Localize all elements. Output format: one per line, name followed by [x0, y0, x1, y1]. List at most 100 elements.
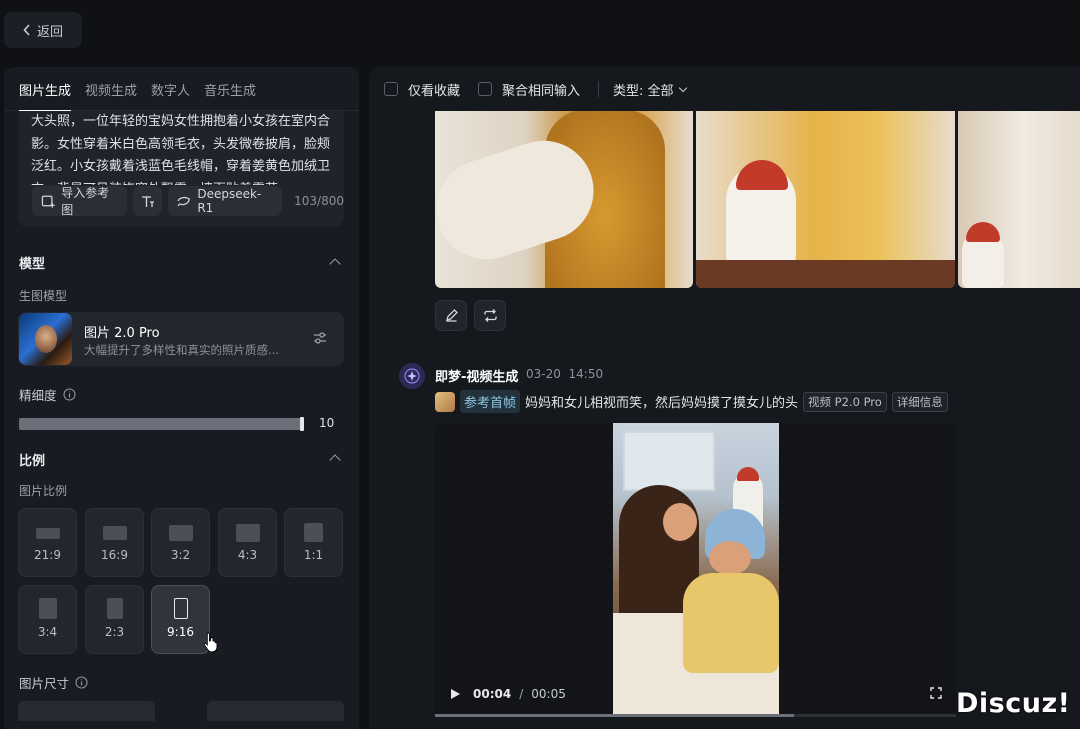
ratio-label: 3:4 — [37, 625, 58, 639]
video-frame — [613, 423, 779, 717]
text-icon — [142, 195, 155, 207]
regenerate-button[interactable] — [474, 300, 506, 331]
import-reference-button[interactable]: 导入参考图 — [32, 186, 128, 217]
generated-image-1[interactable] — [435, 110, 693, 288]
size-label: 图片尺寸 — [19, 676, 70, 691]
post-author: 即梦-视频生成 — [435, 370, 519, 385]
ratio-shape-icon — [102, 526, 127, 540]
settings-sliders-icon[interactable] — [312, 330, 328, 346]
prompt-toolbar: 导入参考图 Deepseek-R1 103/800 — [32, 186, 344, 217]
fineness-label: 精细度 — [19, 388, 57, 403]
checkbox[interactable] — [384, 82, 398, 96]
chevron-down-icon — [678, 83, 687, 92]
checkbox[interactable] — [478, 82, 493, 96]
size-label-row: 图片尺寸 — [19, 673, 88, 692]
ratio-label: 9:16 — [167, 625, 194, 639]
model-section-title: 模型 — [19, 257, 46, 272]
info-icon[interactable] — [75, 676, 88, 689]
ratio-shape-icon — [38, 598, 57, 619]
tab-video-gen[interactable]: 视频生成 — [85, 80, 137, 111]
reference-frame-label[interactable]: 参考首帧 — [460, 390, 521, 413]
height-input[interactable] — [207, 701, 344, 721]
merge-inputs-toggle[interactable]: 聚合相同输入 — [478, 80, 580, 99]
ratio-label: 16:9 — [101, 548, 128, 562]
model-thumbnail — [19, 313, 72, 365]
post-time: 14:50 — [568, 367, 604, 381]
text-format-button[interactable] — [133, 186, 163, 216]
deepseek-button[interactable]: Deepseek-R1 — [168, 186, 283, 216]
video-current-time: 00:04 — [473, 687, 512, 701]
ratio-shape-icon — [173, 598, 188, 619]
post-prompt: 妈妈和女儿相视而笑，然后妈妈摸了摸女儿的头 — [525, 396, 799, 411]
play-icon[interactable] — [449, 688, 461, 700]
tab-image-gen[interactable]: 图片生成 — [19, 80, 72, 112]
generated-image-2[interactable] — [696, 110, 955, 288]
ratio-shape-icon — [35, 528, 60, 539]
collapse-model-icon[interactable] — [329, 258, 341, 270]
chevron-left-icon — [23, 24, 30, 36]
collapse-ratio-icon[interactable] — [329, 454, 341, 466]
fineness-slider-handle[interactable] — [300, 417, 304, 431]
model-sub-label: 生图模型 — [19, 289, 68, 303]
reference-thumbnail[interactable] — [435, 391, 455, 412]
video-progress-fill — [435, 714, 795, 717]
video-progress-bar[interactable] — [435, 714, 956, 717]
generator-avatar — [399, 363, 425, 389]
mode-tabs: 图片生成 视频生成 数字人 音乐生成 — [4, 67, 359, 112]
deepseek-label: Deepseek-R1 — [197, 187, 262, 215]
divider — [598, 81, 600, 97]
fullscreen-icon[interactable] — [930, 687, 942, 699]
model-name: 图片 2.0 Pro — [84, 326, 160, 341]
detail-info-tag[interactable]: 详细信息 — [891, 391, 948, 412]
ratio-label: 2:3 — [104, 625, 125, 639]
fineness-value: 10 — [319, 416, 335, 430]
back-button[interactable]: 返回 — [4, 12, 82, 48]
ratio-option-21-9[interactable]: 21:9 — [18, 508, 77, 577]
ratio-option-3-4[interactable]: 3:4 — [18, 585, 77, 654]
width-input[interactable] — [18, 701, 155, 721]
ratio-shape-icon — [168, 525, 193, 541]
ratio-option-2-3[interactable]: 2:3 — [85, 585, 144, 654]
type-filter-label: 类型: 全部 — [613, 83, 674, 99]
left-panel: 图片生成 视频生成 数字人 音乐生成 大头照，一位年轻的宝妈女性拥抱着小女孩在室… — [4, 67, 359, 729]
pencil-icon — [445, 309, 458, 322]
ratio-label: 3:2 — [170, 548, 191, 562]
image-add-icon — [41, 195, 55, 208]
ratio-label: 21:9 — [34, 548, 61, 562]
type-filter-dropdown[interactable]: 类型: 全部 — [613, 80, 687, 99]
ratio-option-3-2[interactable]: 3:2 — [151, 508, 210, 577]
hand-cursor-icon — [203, 632, 218, 653]
ratio-sub-label: 图片比例 — [19, 484, 68, 498]
ratio-shape-icon — [304, 523, 323, 542]
ratio-option-1-1[interactable]: 1:1 — [284, 508, 343, 577]
video-player[interactable]: 00:04 / 00:05 — [435, 423, 956, 717]
edit-button[interactable] — [435, 300, 467, 331]
tab-digital-human[interactable]: 数字人 — [151, 80, 190, 111]
ratio-option-9-16[interactable]: 9:16 — [151, 585, 210, 654]
filter-bar: 仅看收藏 聚合相同输入 类型: 全部 — [369, 67, 1080, 111]
generated-image-3[interactable] — [958, 110, 1080, 288]
video-controls: 00:04 / 00:05 — [449, 687, 566, 701]
model-tag: 视频 P2.0 Pro — [803, 391, 887, 412]
post-date: 03-20 — [526, 367, 561, 381]
size-inputs — [18, 701, 348, 729]
fineness-slider[interactable] — [19, 417, 304, 431]
info-icon[interactable] — [62, 388, 76, 401]
repeat-icon — [483, 309, 497, 322]
favorites-only-toggle[interactable]: 仅看收藏 — [384, 80, 460, 99]
ratio-section-title: 比例 — [19, 454, 46, 469]
model-description: 大幅提升了多样性和真实的照片质感... — [84, 343, 279, 357]
post-prompt-line: 参考首帧 妈妈和女儿相视而笑，然后妈妈摸了摸女儿的头 视频 P2.0 Pro 详… — [435, 390, 948, 413]
tab-music-gen[interactable]: 音乐生成 — [204, 80, 256, 111]
results-panel: 仅看收藏 聚合相同输入 类型: 全部 即梦-视频生成 03-20 14:50 参… — [369, 67, 1080, 729]
prompt-textarea[interactable]: 大头照，一位年轻的宝妈女性拥抱着小女孩在室内合影。女性穿着米白色高领毛衣，头发微… — [31, 111, 331, 185]
favorites-only-label: 仅看收藏 — [408, 83, 461, 99]
deepseek-icon — [177, 196, 191, 206]
ratio-label: 4:3 — [237, 548, 258, 562]
ratio-option-4-3[interactable]: 4:3 — [218, 508, 277, 577]
model-selector[interactable]: 图片 2.0 Pro 大幅提升了多样性和真实的照片质感... — [18, 312, 344, 366]
ratio-shape-icon — [235, 524, 260, 542]
import-reference-label: 导入参考图 — [61, 186, 110, 217]
ratio-option-16-9[interactable]: 16:9 — [85, 508, 144, 577]
ratio-shape-icon — [106, 598, 123, 619]
